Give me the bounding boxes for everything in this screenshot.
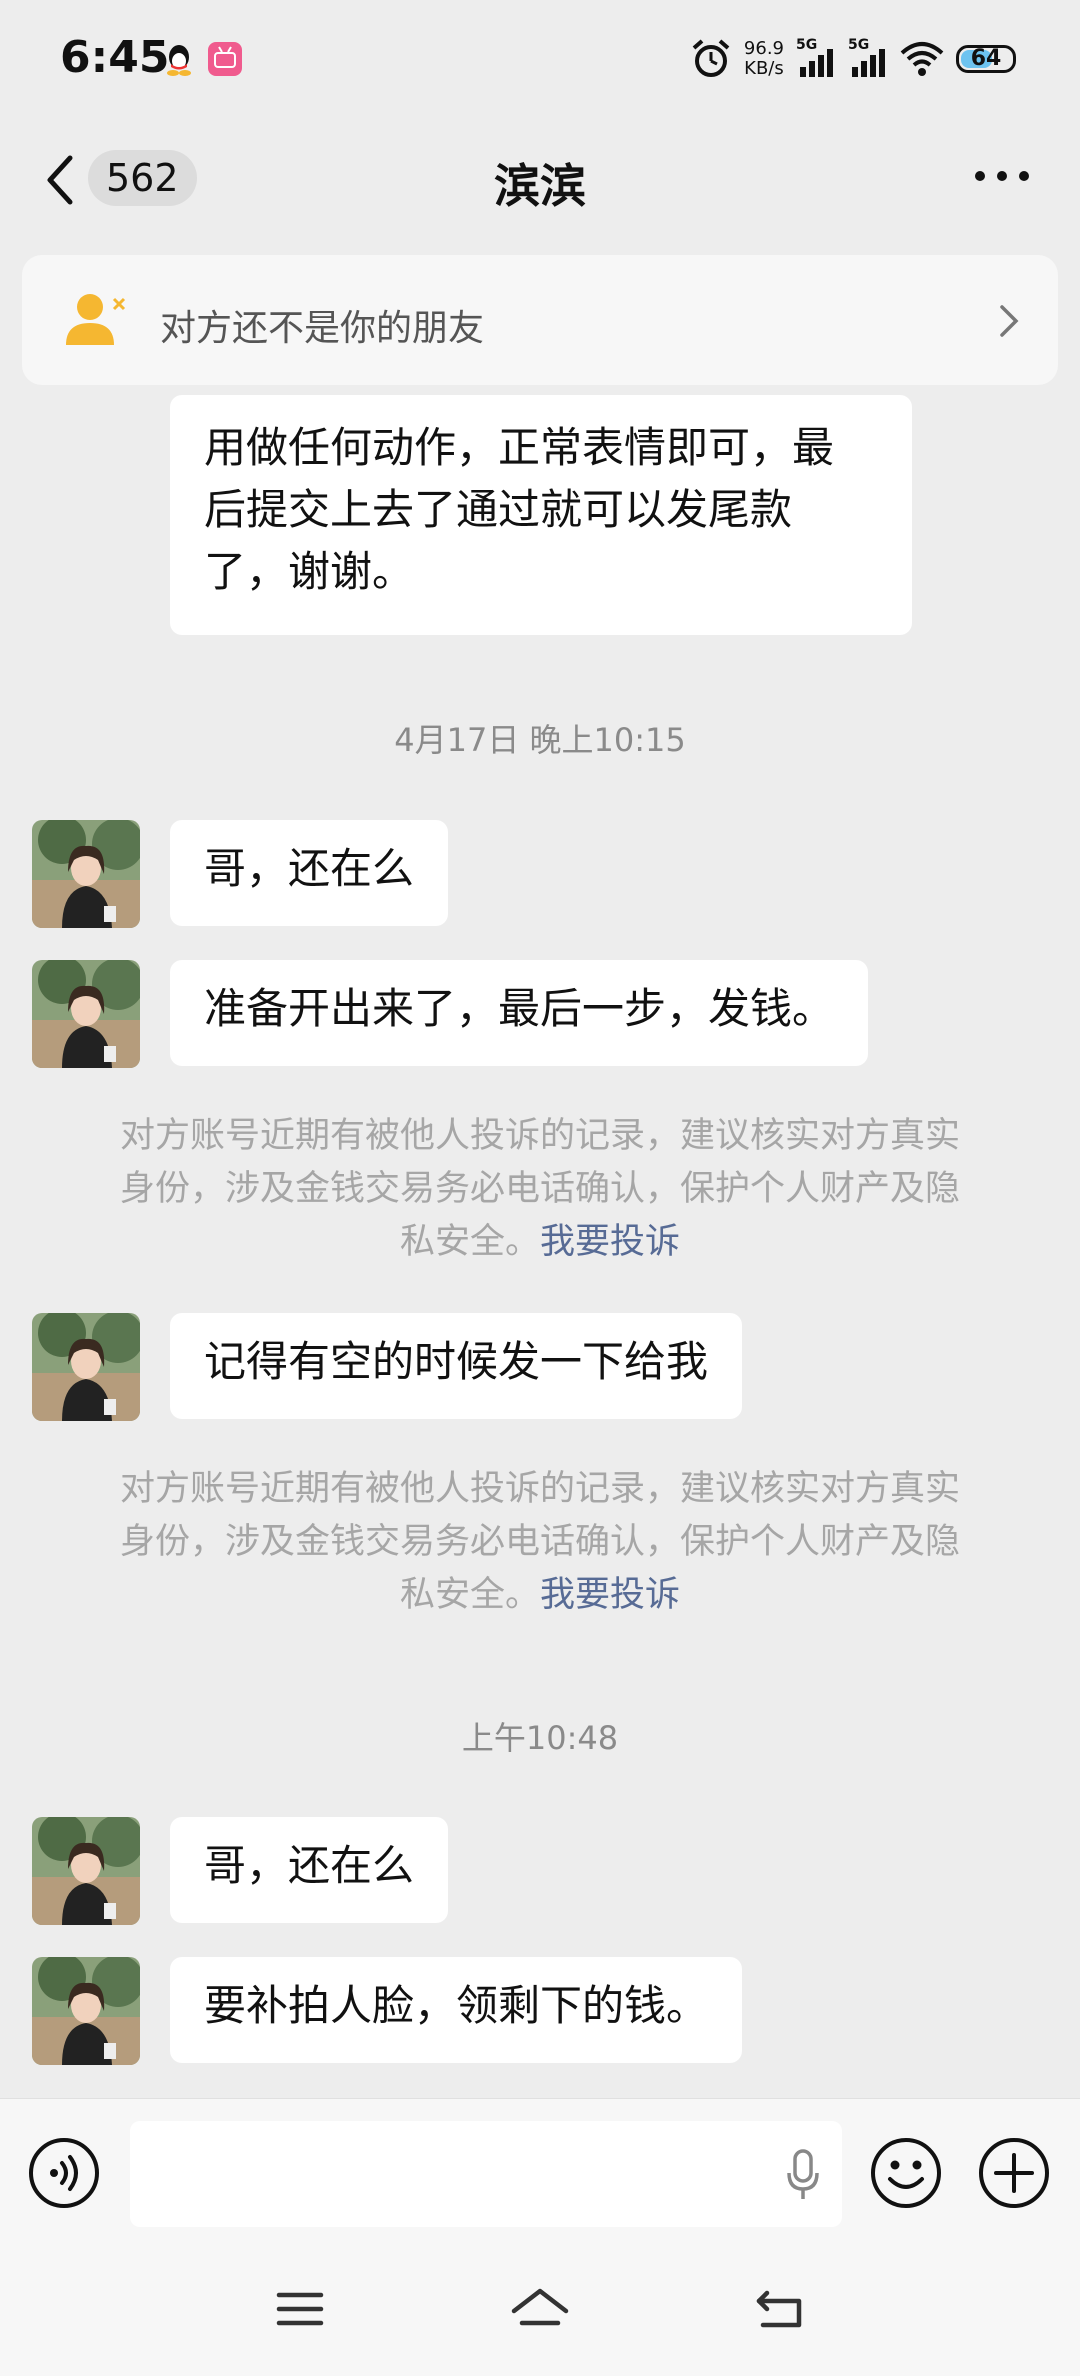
message-bubble[interactable]: 准备开出来了，最后一步，发钱。	[170, 960, 869, 1066]
message-line: 后提交上去了通过就可以发尾款	[204, 485, 793, 534]
emoji-icon[interactable]	[870, 2137, 942, 2209]
signal-2-label: 5G	[848, 37, 870, 53]
message-bubble-partial[interactable]: 用做任何动作，正常表情即可，最 后提交上去了通过就可以发尾款 了，谢谢。	[170, 395, 912, 635]
fraud-warning: 对方账号近期有被他人投诉的记录，建议核实对方真实 身份，涉及金钱交易务必电话确认…	[80, 1110, 1000, 1269]
status-bar: 6:45 96.9 KB/s 5G 5G 64	[0, 0, 1080, 120]
avatar[interactable]	[32, 820, 140, 928]
message-bubble[interactable]: 哥，还在么	[170, 820, 449, 926]
signal-1-label: 5G	[796, 37, 818, 53]
fraud-warning: 对方账号近期有被他人投诉的记录，建议核实对方真实 身份，涉及金钱交易务必电话确认…	[80, 1463, 1000, 1622]
avatar[interactable]	[32, 1957, 140, 2065]
warning-line: 身份，涉及金钱交易务必电话确认，保护个人财产及隐	[119, 1169, 960, 1209]
report-link[interactable]: 我要投诉	[540, 1222, 680, 1262]
bilibili-icon	[208, 42, 242, 76]
message-line: 了，谢谢。	[204, 547, 415, 596]
battery-indicator: 64	[956, 45, 1016, 73]
not-friend-banner[interactable]: 对方还不是你的朋友	[22, 255, 1058, 385]
alarm-icon	[692, 39, 730, 77]
microphone-icon[interactable]	[786, 2149, 820, 2201]
wifi-icon	[900, 42, 944, 76]
message-bubble[interactable]: 要补拍人脸，领剩下的钱。	[170, 1957, 743, 2063]
input-bar	[0, 2098, 1080, 2234]
add-friend-icon	[66, 294, 126, 345]
more-options-icon[interactable]	[972, 166, 1032, 186]
menu-icon[interactable]	[275, 2287, 325, 2331]
home-icon[interactable]	[510, 2287, 570, 2331]
back-icon[interactable]	[755, 2287, 805, 2331]
message-line: 用做任何动作，正常表情即可，最	[204, 423, 835, 472]
chevron-right-icon	[1000, 305, 1019, 337]
warning-line: 私安全。	[399, 1222, 540, 1262]
warning-line: 对方账号近期有被他人投诉的记录，建议核实对方真实	[119, 1469, 960, 1509]
warning-line: 身份，涉及金钱交易务必电话确认，保护个人财产及隐	[119, 1522, 960, 1562]
net-speed-value: 96.9	[743, 38, 784, 59]
status-right-group: 96.9 KB/s 5G 5G 64	[690, 34, 1016, 84]
message-input[interactable]	[130, 2121, 842, 2227]
avatar[interactable]	[32, 960, 140, 1068]
qq-icon	[162, 42, 196, 76]
signal-2-icon: 5G	[848, 37, 888, 77]
not-friend-text: 对方还不是你的朋友	[160, 308, 485, 349]
avatar[interactable]	[32, 1817, 140, 1925]
avatar[interactable]	[32, 1313, 140, 1421]
warning-line: 私安全。	[399, 1575, 540, 1615]
status-time: 6:45	[60, 32, 170, 83]
net-speed: 96.9 KB/s	[744, 39, 784, 79]
voice-toggle-icon[interactable]	[28, 2137, 100, 2209]
system-nav-bar	[0, 2233, 1080, 2376]
plus-icon[interactable]	[978, 2137, 1050, 2209]
report-link[interactable]: 我要投诉	[540, 1575, 680, 1615]
message-bubble[interactable]: 记得有空的时候发一下给我	[170, 1313, 743, 1419]
timestamp: 上午10:48	[461, 1719, 619, 1757]
battery-level: 64	[970, 46, 1002, 71]
chat-header: 562 滨滨	[0, 120, 1080, 245]
timestamp: 4月17日 晚上10:15	[394, 721, 686, 759]
net-speed-unit: KB/s	[744, 58, 784, 79]
chat-title: 滨滨	[494, 159, 586, 213]
message-bubble[interactable]: 哥，还在么	[170, 1817, 449, 1923]
warning-line: 对方账号近期有被他人投诉的记录，建议核实对方真实	[119, 1116, 960, 1156]
signal-1-icon: 5G	[796, 37, 836, 77]
